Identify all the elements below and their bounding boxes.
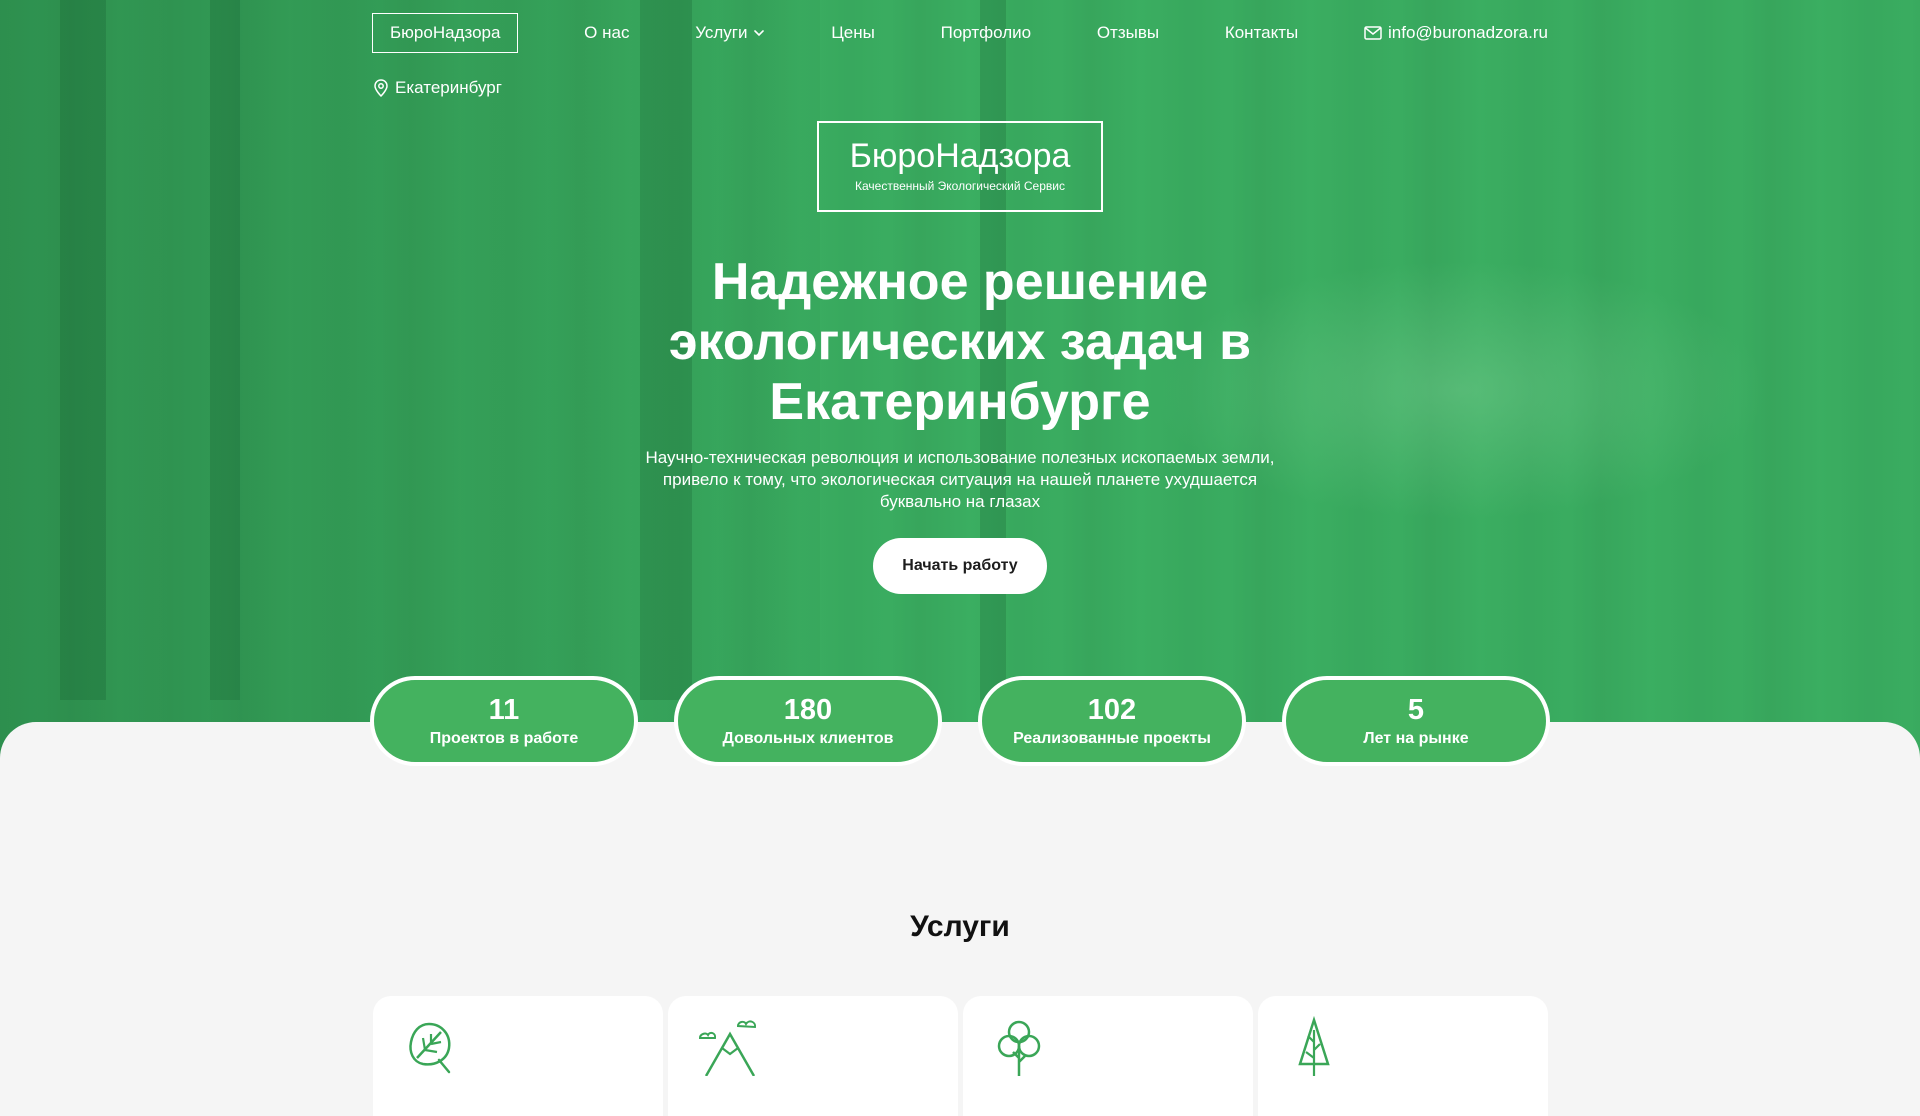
- leaf-icon: [409, 1022, 451, 1074]
- stat-value: 5: [1407, 694, 1425, 726]
- nav-reviews-link[interactable]: Отзывы: [1097, 23, 1159, 43]
- stat-label: Проектов в работе: [429, 730, 579, 747]
- chevron-down-icon: [754, 30, 765, 37]
- city-name: Екатеринбург: [395, 78, 502, 97]
- stat-value: 11: [488, 694, 520, 726]
- nav-services-label: Услуги: [695, 23, 748, 42]
- service-card[interactable]: [963, 996, 1253, 1116]
- nav-about-link[interactable]: О нас: [584, 23, 629, 43]
- stat-label: Лет на рынке: [1363, 730, 1469, 747]
- pine-tree-icon: [1298, 1016, 1330, 1076]
- site-logo: БюроНадзора Качественный Экологический С…: [817, 121, 1103, 212]
- stat-value: 180: [783, 694, 833, 726]
- hero-subtext: Научно-техническая революция и использов…: [645, 448, 1275, 511]
- mountain-icon: [698, 1020, 757, 1076]
- start-work-button[interactable]: Начать работу: [873, 538, 1047, 594]
- content-section: [0, 722, 1920, 1081]
- logo-tagline: Качественный Экологический Сервис: [855, 179, 1065, 193]
- stat-badge: 180 Довольных клиентов: [674, 676, 942, 766]
- stat-label: Реализованные проекты: [1013, 730, 1211, 747]
- stats-row: 11 Проектов в работе 180 Довольных клиен…: [370, 676, 1550, 766]
- service-card[interactable]: [668, 996, 958, 1116]
- stat-label: Довольных клиентов: [722, 730, 894, 747]
- tree-trunk-decor: [60, 0, 106, 700]
- nav-portfolio-link[interactable]: Портфолио: [941, 23, 1031, 43]
- stat-badge: 11 Проектов в работе: [370, 676, 638, 766]
- service-card[interactable]: [373, 996, 663, 1116]
- nav-brand-link[interactable]: БюроНадзора: [372, 13, 519, 53]
- nav-email-link[interactable]: info@buronadzora.ru: [1364, 23, 1548, 43]
- nav-email-text: info@buronadzora.ru: [1388, 23, 1548, 42]
- stat-badge: 102 Реализованные проекты: [978, 676, 1246, 766]
- stat-value: 102: [1087, 694, 1137, 726]
- logo-name: БюроНадзора: [849, 137, 1071, 175]
- city-selector[interactable]: Екатеринбург: [373, 78, 502, 98]
- nav-prices-link[interactable]: Цены: [831, 23, 875, 43]
- tree-icon: [997, 1020, 1041, 1076]
- mail-icon: [1364, 26, 1382, 40]
- service-card[interactable]: [1258, 996, 1548, 1116]
- top-nav: БюроНадзора О нас Услуги Цены Портфолио …: [372, 12, 1548, 54]
- stat-badge: 5 Лет на рынке: [1282, 676, 1550, 766]
- location-pin-icon: [374, 79, 388, 97]
- nav-services-dropdown[interactable]: Услуги: [695, 23, 765, 43]
- nav-contacts-link[interactable]: Контакты: [1225, 23, 1298, 43]
- services-title: Услуги: [910, 910, 1010, 943]
- hero-headline: Надежное решение экологических задач в Е…: [668, 253, 1252, 431]
- tree-trunk-decor: [210, 0, 240, 700]
